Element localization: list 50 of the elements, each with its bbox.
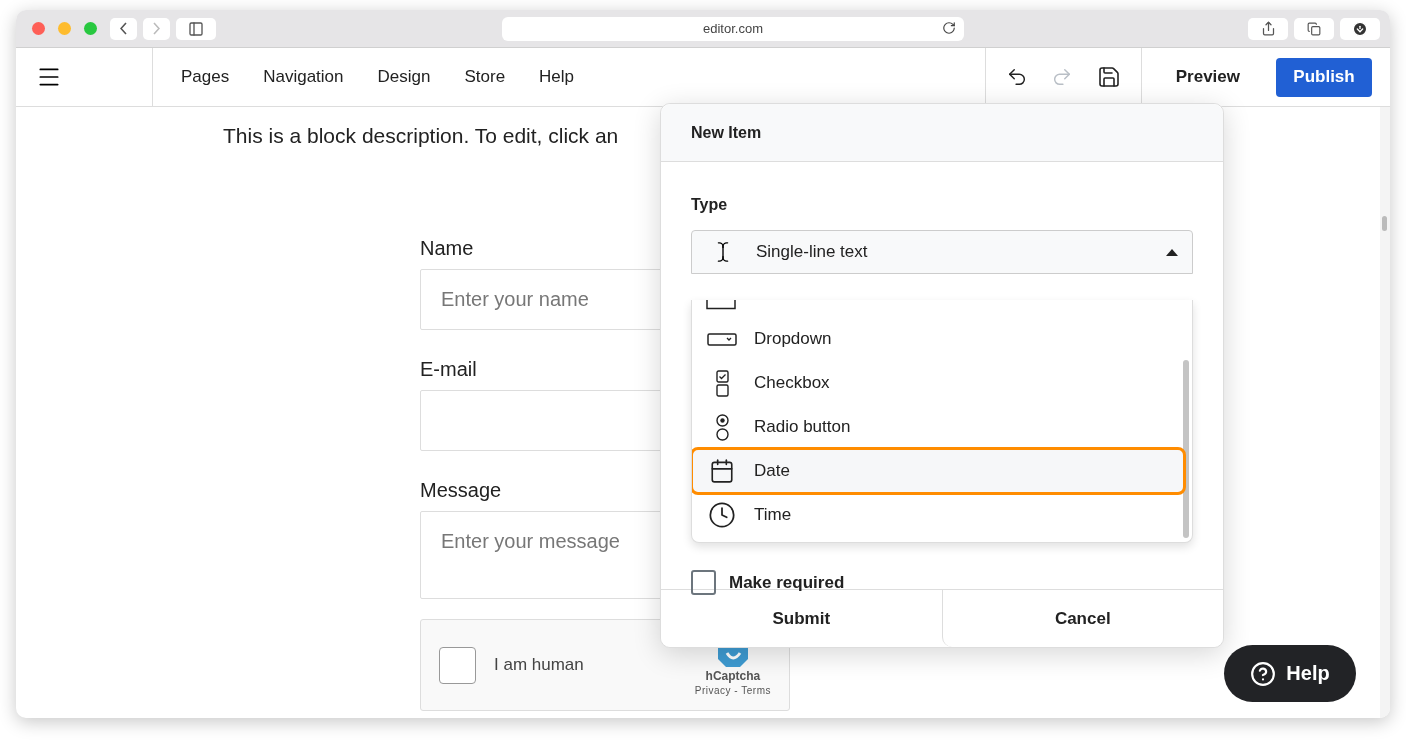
tabs-button[interactable] <box>1294 17 1334 40</box>
back-button[interactable] <box>110 17 137 40</box>
maximize-dot <box>84 22 97 35</box>
field-label: E-mail <box>420 358 477 381</box>
address-bar[interactable]: editor.com <box>502 16 964 41</box>
captcha-brand: hCaptcha <box>705 668 761 683</box>
radio-icon <box>715 413 729 441</box>
tabs-icon <box>1307 21 1321 36</box>
nav-link[interactable]: Pages <box>181 67 230 87</box>
dropdown-icon <box>707 332 737 346</box>
publish-button[interactable]: Publish <box>1276 57 1372 97</box>
nav-link[interactable]: Design <box>377 67 431 87</box>
field-label: Message <box>420 479 502 502</box>
type-option[interactable]: Checkbox <box>692 361 1184 405</box>
chevron-left-icon <box>120 22 127 35</box>
chevron-right-icon <box>153 22 160 35</box>
reload-icon[interactable] <box>942 20 956 35</box>
help-icon <box>1250 660 1277 687</box>
share-icon <box>1260 21 1276 36</box>
captcha-label: I am human <box>494 655 585 675</box>
clock-icon <box>708 501 736 529</box>
block-description: This is a block description. To edit, click an <box>223 123 619 149</box>
type-option[interactable]: Radio button <box>692 405 1184 449</box>
nav-link[interactable]: Navigation <box>263 67 344 87</box>
captcha-checkbox[interactable] <box>439 646 476 684</box>
type-option[interactable]: Date <box>692 449 1184 493</box>
scrollbar-thumb <box>1382 216 1387 231</box>
download-icon <box>1352 20 1368 37</box>
type-label: Type <box>691 196 729 214</box>
textarea-icon <box>706 300 736 310</box>
sidebar-icon <box>188 20 204 37</box>
download-button[interactable] <box>1340 17 1380 40</box>
help-button[interactable]: Help <box>1224 645 1356 702</box>
preview-button[interactable]: Preview <box>1169 48 1246 106</box>
close-dot <box>32 22 45 35</box>
calendar-icon <box>709 458 735 484</box>
minimize-dot <box>58 22 71 35</box>
nav-link[interactable]: Help <box>539 67 575 87</box>
share-button[interactable] <box>1248 17 1288 40</box>
dialog-button[interactable]: Cancel <box>941 590 1223 647</box>
sidebar-button[interactable] <box>176 17 216 40</box>
checkbox-icon <box>715 369 729 397</box>
type-select[interactable]: Single-line text <box>691 230 1193 274</box>
field-label: Name <box>420 237 474 260</box>
url-text: editor.com <box>703 21 763 36</box>
captcha-links[interactable]: Privacy - Terms <box>694 684 771 696</box>
nav-link[interactable]: Store <box>464 67 506 87</box>
dialog-title: New Item <box>691 123 762 142</box>
save-icon[interactable] <box>1096 65 1121 89</box>
caret-icon <box>1166 248 1178 256</box>
